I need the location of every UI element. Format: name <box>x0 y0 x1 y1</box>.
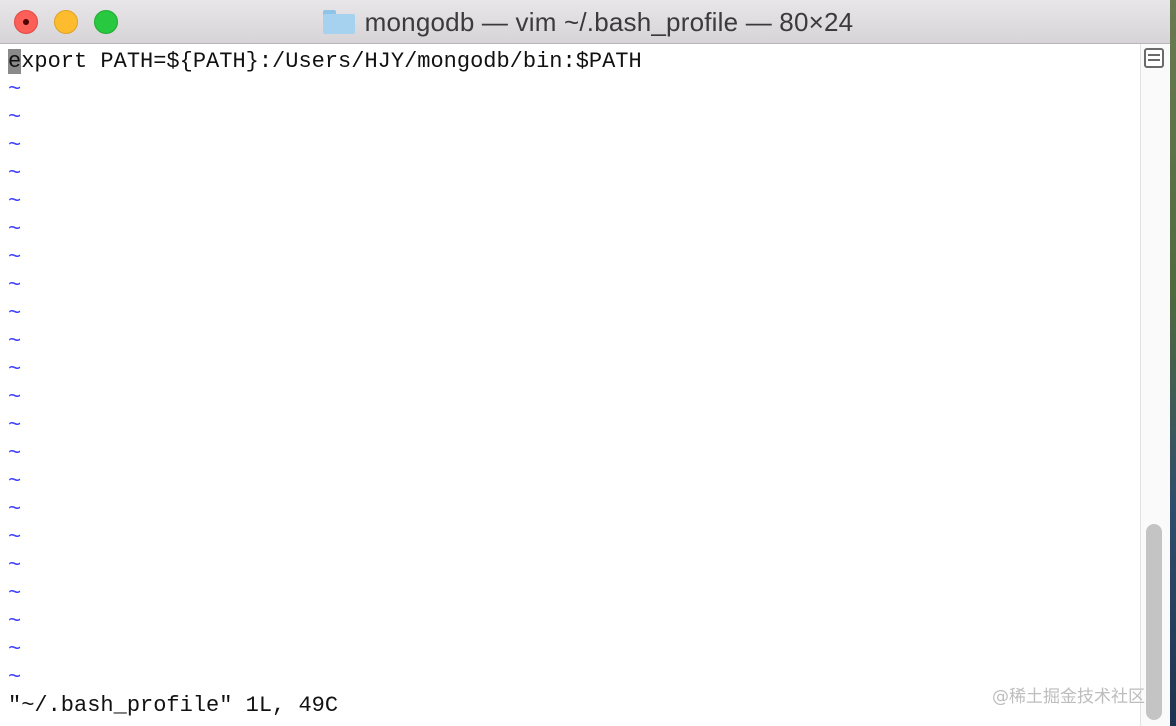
file-line-1[interactable]: export PATH=${PATH}:/Users/HJY/mongodb/b… <box>8 48 642 76</box>
empty-line-tilde: ~ <box>8 497 22 522</box>
empty-line-tilde: ~ <box>8 329 22 354</box>
title-bar[interactable]: mongodb — vim ~/.bash_profile — 80×24 <box>0 0 1176 44</box>
split-pane-icon[interactable] <box>1144 48 1164 68</box>
window-title-text: mongodb — vim ~/.bash_profile — 80×24 <box>364 6 854 37</box>
file-line-1-text: xport PATH=${PATH}:/Users/HJY/mongodb/bi… <box>21 49 642 74</box>
empty-line-tilde: ~ <box>8 637 22 662</box>
empty-line-tilde: ~ <box>8 105 22 130</box>
vim-status-line: "~/.bash_profile" 1L, 49C <box>8 693 339 718</box>
empty-line-tilde: ~ <box>8 553 22 578</box>
empty-line-tilde: ~ <box>8 245 22 270</box>
empty-line-tilde: ~ <box>8 357 22 382</box>
empty-line-tilde: ~ <box>8 525 22 550</box>
empty-line-tilde: ~ <box>8 581 22 606</box>
empty-line-tilde: ~ <box>8 217 22 242</box>
empty-line-tilde: ~ <box>8 133 22 158</box>
empty-line-tilde: ~ <box>8 273 22 298</box>
terminal-window: mongodb — vim ~/.bash_profile — 80×24 ex… <box>0 0 1176 726</box>
window-title: mongodb — vim ~/.bash_profile — 80×24 <box>0 0 1176 44</box>
scrollbar-thumb[interactable] <box>1146 524 1162 720</box>
empty-line-tilde: ~ <box>8 77 22 102</box>
empty-line-tilde: ~ <box>8 609 22 634</box>
empty-line-tilde: ~ <box>8 301 22 326</box>
desktop-background <box>1170 0 1176 726</box>
empty-line-tilde: ~ <box>8 161 22 186</box>
empty-line-tilde: ~ <box>8 469 22 494</box>
empty-line-tilde: ~ <box>8 385 22 410</box>
empty-line-tilde: ~ <box>8 665 22 690</box>
empty-line-tilde: ~ <box>8 441 22 466</box>
empty-line-tilde: ~ <box>8 413 22 438</box>
text-cursor: e <box>8 49 22 74</box>
vim-editor-area[interactable]: export PATH=${PATH}:/Users/HJY/mongodb/b… <box>0 44 1140 726</box>
watermark-text: @稀土掘金技术社区 <box>992 687 1145 707</box>
folder-icon <box>322 10 355 34</box>
empty-line-tilde: ~ <box>8 189 22 214</box>
